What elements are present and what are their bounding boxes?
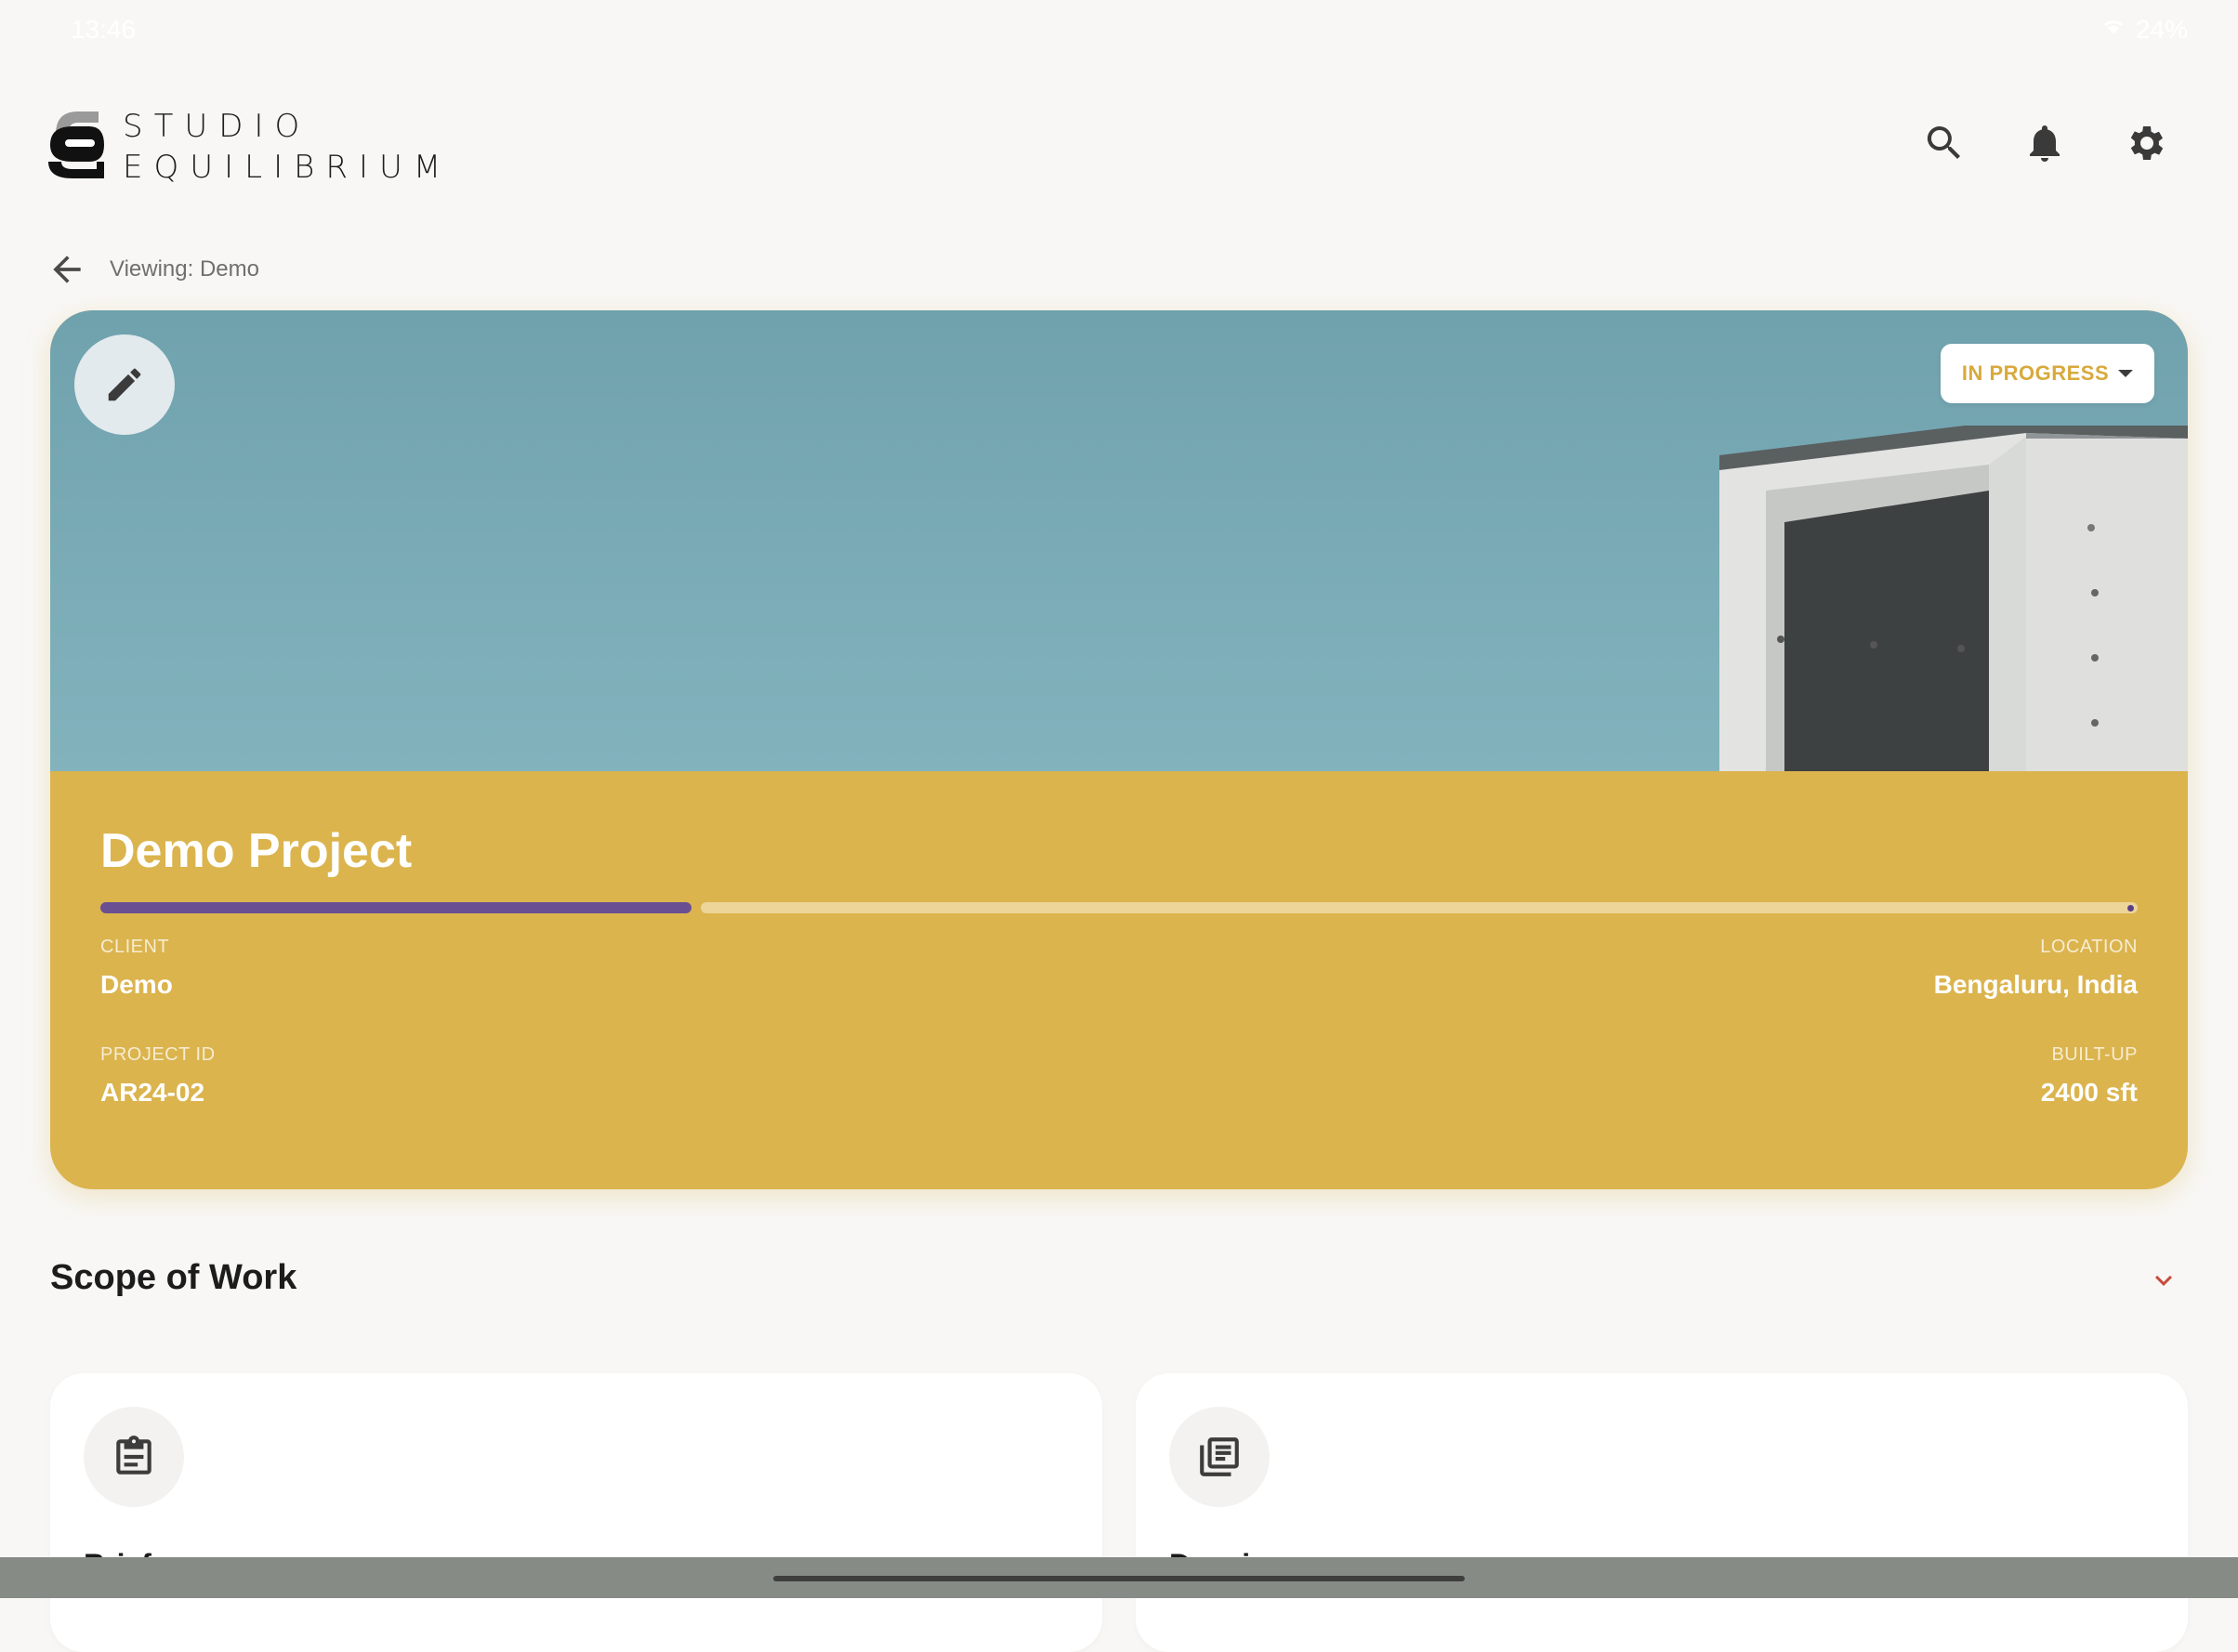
project-title: Demo Project	[100, 824, 413, 878]
breadcrumb: Viewing: Demo	[45, 243, 259, 295]
battery-level: 24%	[2135, 15, 2188, 44]
wifi-icon	[2100, 15, 2126, 45]
client-value: Demo	[100, 970, 173, 999]
status-dropdown-label: IN PROGRESS	[1961, 361, 2110, 385]
app-header: STUDIO EQUILIBRIUM	[0, 93, 2238, 195]
back-arrow-icon[interactable]	[45, 247, 89, 292]
project-card[interactable]: IN PROGRESS Demo Project CLIENT Demo LOC…	[50, 310, 2188, 1189]
studio-logo-icon	[45, 108, 106, 178]
brand-line-2: EQUILIBRIUM	[123, 149, 453, 186]
builtup-label: BUILT-UP	[2051, 1044, 2138, 1065]
building-image	[1719, 426, 2188, 771]
status-dropdown[interactable]: IN PROGRESS	[1941, 344, 2154, 403]
gear-icon[interactable]	[2117, 115, 2173, 171]
clipboard-icon	[84, 1407, 184, 1507]
project-cover-image: IN PROGRESS	[50, 310, 2188, 771]
edit-button[interactable]	[74, 334, 175, 435]
system-nav-bar	[0, 1557, 2238, 1598]
chevron-down-icon[interactable]	[2147, 1264, 2180, 1297]
bell-icon[interactable]	[2017, 115, 2073, 171]
location-value: Bengaluru, India	[1933, 970, 2138, 999]
home-handle[interactable]	[773, 1576, 1465, 1581]
dropdown-caret-icon	[2118, 370, 2134, 377]
brand-line-1: STUDIO	[123, 108, 311, 145]
location-label: LOCATION	[2040, 937, 2138, 957]
client-label: CLIENT	[100, 937, 170, 957]
status-indicators: 24%	[2100, 15, 2188, 45]
project-info: Demo Project CLIENT Demo LOCATION Bengal…	[50, 771, 2188, 1189]
viewing-label: Viewing: Demo	[110, 256, 259, 282]
brand-name: STUDIO EQUILIBRIUM	[123, 106, 452, 188]
project-progress-bar	[100, 902, 2138, 913]
progress-remaining	[701, 902, 2138, 913]
project-id-value: AR24-02	[100, 1078, 205, 1107]
status-bar: 13:46 24%	[0, 0, 2238, 59]
search-icon[interactable]	[1916, 115, 1972, 171]
documents-icon	[1169, 1407, 1270, 1507]
progress-fill	[100, 902, 691, 913]
progress-end-dot	[2127, 905, 2134, 911]
status-time: 13:46	[71, 15, 137, 44]
scope-card-brief[interactable]: Brief	[50, 1373, 1102, 1652]
builtup-value: 2400 sft	[2040, 1078, 2138, 1107]
project-id-label: PROJECT ID	[100, 1044, 216, 1065]
pencil-icon	[108, 368, 141, 401]
scope-of-work-heading: Scope of Work	[50, 1258, 297, 1297]
scope-card-drawings[interactable]: Drawings	[1136, 1373, 2188, 1652]
